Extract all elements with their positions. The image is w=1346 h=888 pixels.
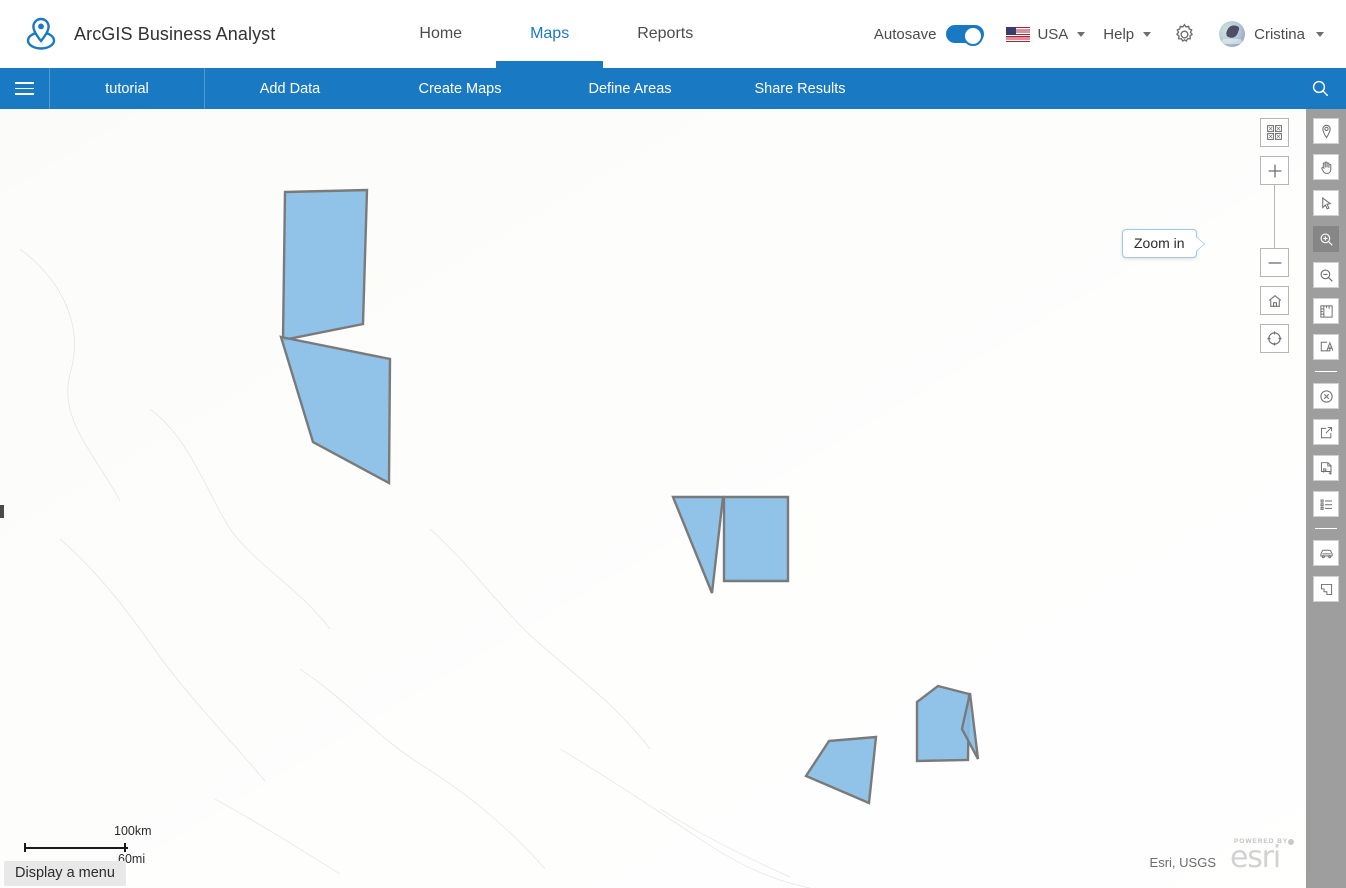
chevron-down-icon xyxy=(1077,31,1086,37)
scale-metric-label: 100km xyxy=(114,824,152,838)
autosave-label: Autosave xyxy=(873,25,937,43)
map-controls xyxy=(1260,118,1289,353)
arcgis-business-analyst-app: ArcGIS Business Analyst Home Maps Report… xyxy=(0,0,1346,888)
chevron-down-icon xyxy=(1143,31,1152,37)
display-menu-tooltip[interactable]: Display a menu xyxy=(4,861,126,886)
pan-tool[interactable] xyxy=(1313,154,1339,180)
zoom-slider-track[interactable] xyxy=(1274,185,1275,248)
zoom-out-tool[interactable] xyxy=(1313,262,1339,288)
clear-tool[interactable] xyxy=(1313,383,1339,409)
measure-tool[interactable] xyxy=(1313,298,1339,324)
user-avatar xyxy=(1219,21,1246,47)
basemap-gallery-button[interactable] xyxy=(1260,118,1289,147)
trade-area-polygons[interactable] xyxy=(0,109,1306,888)
project-name[interactable]: tutorial xyxy=(50,68,205,109)
map-canvas[interactable]: Zoom in 100km 60mi Display a menu Esri, … xyxy=(0,109,1306,888)
help-menu[interactable]: Help xyxy=(1103,25,1152,43)
map-tools-rail xyxy=(1306,109,1346,888)
main-navigation: Home Maps Reports xyxy=(385,0,727,68)
region-label: USA xyxy=(1037,25,1069,43)
gear-icon[interactable] xyxy=(1171,21,1197,47)
zoom-in-button[interactable] xyxy=(1260,156,1289,185)
zoom-in-tool[interactable] xyxy=(1313,226,1339,252)
legend-tool[interactable] xyxy=(1313,491,1339,517)
map-polygon-area-7 xyxy=(804,735,878,805)
text-label-tool[interactable] xyxy=(1313,334,1339,360)
map-polygon-area-4 xyxy=(722,495,790,583)
workflow-step-define-areas[interactable]: Define Areas xyxy=(545,68,715,109)
pdf-export-tool[interactable] xyxy=(1313,455,1339,481)
draw-polygon-tool[interactable] xyxy=(1313,576,1339,602)
esri-logo-dot xyxy=(1288,839,1294,845)
user-menu[interactable]: Cristina xyxy=(1219,21,1324,47)
workflow-toolbar: tutorial Add Data Create Maps Define Are… xyxy=(0,68,1346,109)
esri-logo[interactable]: POWERED BY esri xyxy=(1230,838,1294,878)
locate-button[interactable] xyxy=(1260,324,1289,353)
add-point-tool[interactable] xyxy=(1313,118,1339,144)
left-edge-marker xyxy=(0,505,4,518)
autosave-toggle[interactable] xyxy=(946,25,985,46)
map-polygon-area-5 xyxy=(915,684,971,763)
map-polygon-area-3 xyxy=(671,495,725,594)
app-header: ArcGIS Business Analyst Home Maps Report… xyxy=(0,0,1346,68)
chevron-down-icon xyxy=(1316,31,1324,37)
user-name: Cristina xyxy=(1254,25,1305,43)
search-icon[interactable] xyxy=(1294,68,1346,109)
zoom-in-tooltip: Zoom in xyxy=(1122,229,1205,258)
region-selector[interactable]: USA xyxy=(1006,25,1086,43)
home-button[interactable] xyxy=(1260,286,1289,315)
hamburger-icon[interactable] xyxy=(0,68,50,109)
autosave-control[interactable]: Autosave xyxy=(873,25,985,46)
help-label: Help xyxy=(1103,25,1135,43)
workflow-step-share-results[interactable]: Share Results xyxy=(715,68,885,109)
location-pin-logo-icon xyxy=(24,16,58,52)
map-polygon-area-2 xyxy=(279,335,392,486)
app-title: ArcGIS Business Analyst xyxy=(74,23,276,44)
workflow-step-add-data[interactable]: Add Data xyxy=(205,68,375,109)
map-attribution: Esri, USGS POWERED BY esri xyxy=(1150,838,1294,878)
map-polygon-area-1 xyxy=(281,188,369,342)
brand: ArcGIS Business Analyst xyxy=(0,16,275,52)
esri-wordmark: esri xyxy=(1230,840,1281,875)
export-tool[interactable] xyxy=(1313,419,1339,445)
rail-divider xyxy=(1315,371,1337,372)
scale-bar-line xyxy=(24,843,128,852)
zoom-out-button[interactable] xyxy=(1260,248,1289,277)
attribution-text: Esri, USGS xyxy=(1149,855,1216,870)
header-actions: Autosave USA Help Cristina xyxy=(874,21,1346,47)
drive-time-tool[interactable] xyxy=(1313,540,1339,566)
us-flag-icon xyxy=(1006,26,1031,42)
nav-tab-home[interactable]: Home xyxy=(385,0,496,68)
nav-tab-reports[interactable]: Reports xyxy=(603,0,727,68)
select-tool[interactable] xyxy=(1313,190,1339,216)
workflow-step-create-maps[interactable]: Create Maps xyxy=(375,68,545,109)
rail-divider xyxy=(1315,528,1337,529)
nav-tab-maps[interactable]: Maps xyxy=(496,0,604,68)
